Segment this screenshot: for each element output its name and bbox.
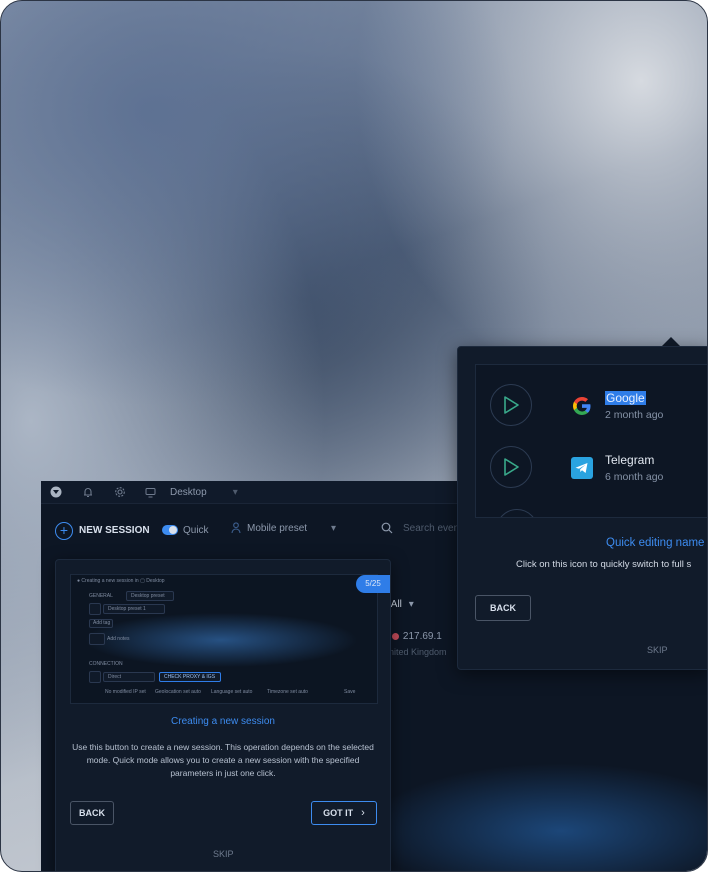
chevron-down-icon: ▾ — [408, 599, 414, 610]
quick-mode-toggle[interactable] — [162, 525, 178, 535]
step-badge: 5/25 — [356, 575, 390, 593]
search-placeholder: Search even — [403, 522, 460, 534]
play-icon[interactable] — [490, 446, 532, 488]
popup-back-button[interactable]: BACK — [475, 595, 531, 621]
preview-save: Save — [344, 689, 356, 695]
preset-label: Mobile preset — [247, 522, 308, 534]
onboarding-card: ● Creating a new session in ▢ Desktop GE… — [55, 559, 391, 871]
preview-geo: Geolocation set auto — [155, 689, 201, 695]
app-logo-icon — [49, 485, 63, 499]
preview-header: ● Creating a new session in ▢ Desktop — [77, 578, 165, 584]
preset-selector[interactable]: Mobile preset ▾ — [231, 522, 336, 534]
tab-desktop[interactable]: Desktop ▾ — [145, 484, 238, 500]
preview-notes: Add notes — [107, 636, 130, 642]
preview-tag: Add tag — [89, 619, 113, 628]
preview-conn-icon — [89, 671, 101, 683]
tab-dropdown-icon[interactable]: ▾ — [233, 487, 238, 498]
skip-button[interactable]: SKIP — [213, 849, 234, 859]
monitor-icon — [145, 487, 156, 497]
preview-avatar — [89, 603, 101, 615]
card-description: Use this button to create a new session.… — [72, 742, 374, 778]
preview-check-proxy: CHECK PROXY & IGS — [159, 672, 221, 682]
back-button[interactable]: BACK — [70, 801, 114, 825]
bell-icon[interactable] — [81, 485, 95, 499]
play-icon[interactable] — [490, 384, 532, 426]
chevron-down-icon: ▾ — [331, 522, 337, 534]
tab-desktop-label: Desktop — [170, 486, 207, 498]
session-list: Google 2 month ago Telegram 6 month ago — [475, 364, 707, 518]
flag-icon — [391, 632, 399, 640]
search-field[interactable]: Search even — [381, 522, 459, 534]
new-session-plus-icon[interactable]: + — [55, 522, 73, 540]
session-name-selected[interactable]: Google — [605, 391, 646, 405]
preview-name: Desktop preset 1 — [103, 604, 165, 614]
popup-title: Quick editing name — [606, 537, 705, 549]
preview-no-ip: No modified IP set — [105, 689, 146, 695]
chevron-right-icon: › — [361, 807, 365, 819]
preview-tz: Timezone set auto — [267, 689, 308, 695]
quick-mode-label: Quick — [183, 525, 209, 536]
preview-lang: Language set auto — [211, 689, 253, 695]
quick-edit-popup: Google 2 month ago Telegram 6 month ago … — [457, 346, 707, 670]
search-icon — [381, 522, 393, 534]
screenshot-frame: Desktop ▾ + NEW SESSION Quick Mobile pre… — [0, 0, 708, 872]
popup-caret — [662, 337, 680, 346]
gear-icon[interactable] — [113, 485, 127, 499]
preview-notes-icon — [89, 633, 105, 645]
popup-skip-button[interactable]: SKIP — [647, 645, 668, 655]
list-item[interactable]: Google 2 month ago — [476, 382, 707, 446]
preview-connection: CONNECTION — [89, 661, 123, 667]
session-time: 2 month ago — [605, 409, 664, 421]
popup-description: Click on this icon to quickly switch to … — [516, 559, 692, 570]
session-time: 6 month ago — [605, 471, 664, 483]
got-it-button[interactable]: GOT IT › — [311, 801, 377, 825]
telegram-logo-icon — [570, 456, 594, 480]
proxy-filter-value: All — [390, 599, 402, 610]
session-name[interactable]: Telegram — [605, 453, 654, 467]
onboarding-preview-image: ● Creating a new session in ▢ Desktop GE… — [70, 574, 378, 704]
card-title: Creating a new session — [171, 716, 275, 727]
person-icon — [231, 522, 241, 534]
preview-conn-type: Direct — [103, 672, 155, 682]
google-logo-icon — [570, 394, 594, 418]
preview-preset: Desktop preset — [126, 591, 174, 601]
ip-value: 217.69.1 — [402, 631, 442, 642]
preview-general: GENERAL — [89, 593, 113, 599]
list-item[interactable]: Telegram 6 month ago — [476, 444, 707, 508]
new-session-button[interactable]: NEW SESSION — [79, 525, 150, 536]
play-icon-partial — [496, 509, 538, 517]
